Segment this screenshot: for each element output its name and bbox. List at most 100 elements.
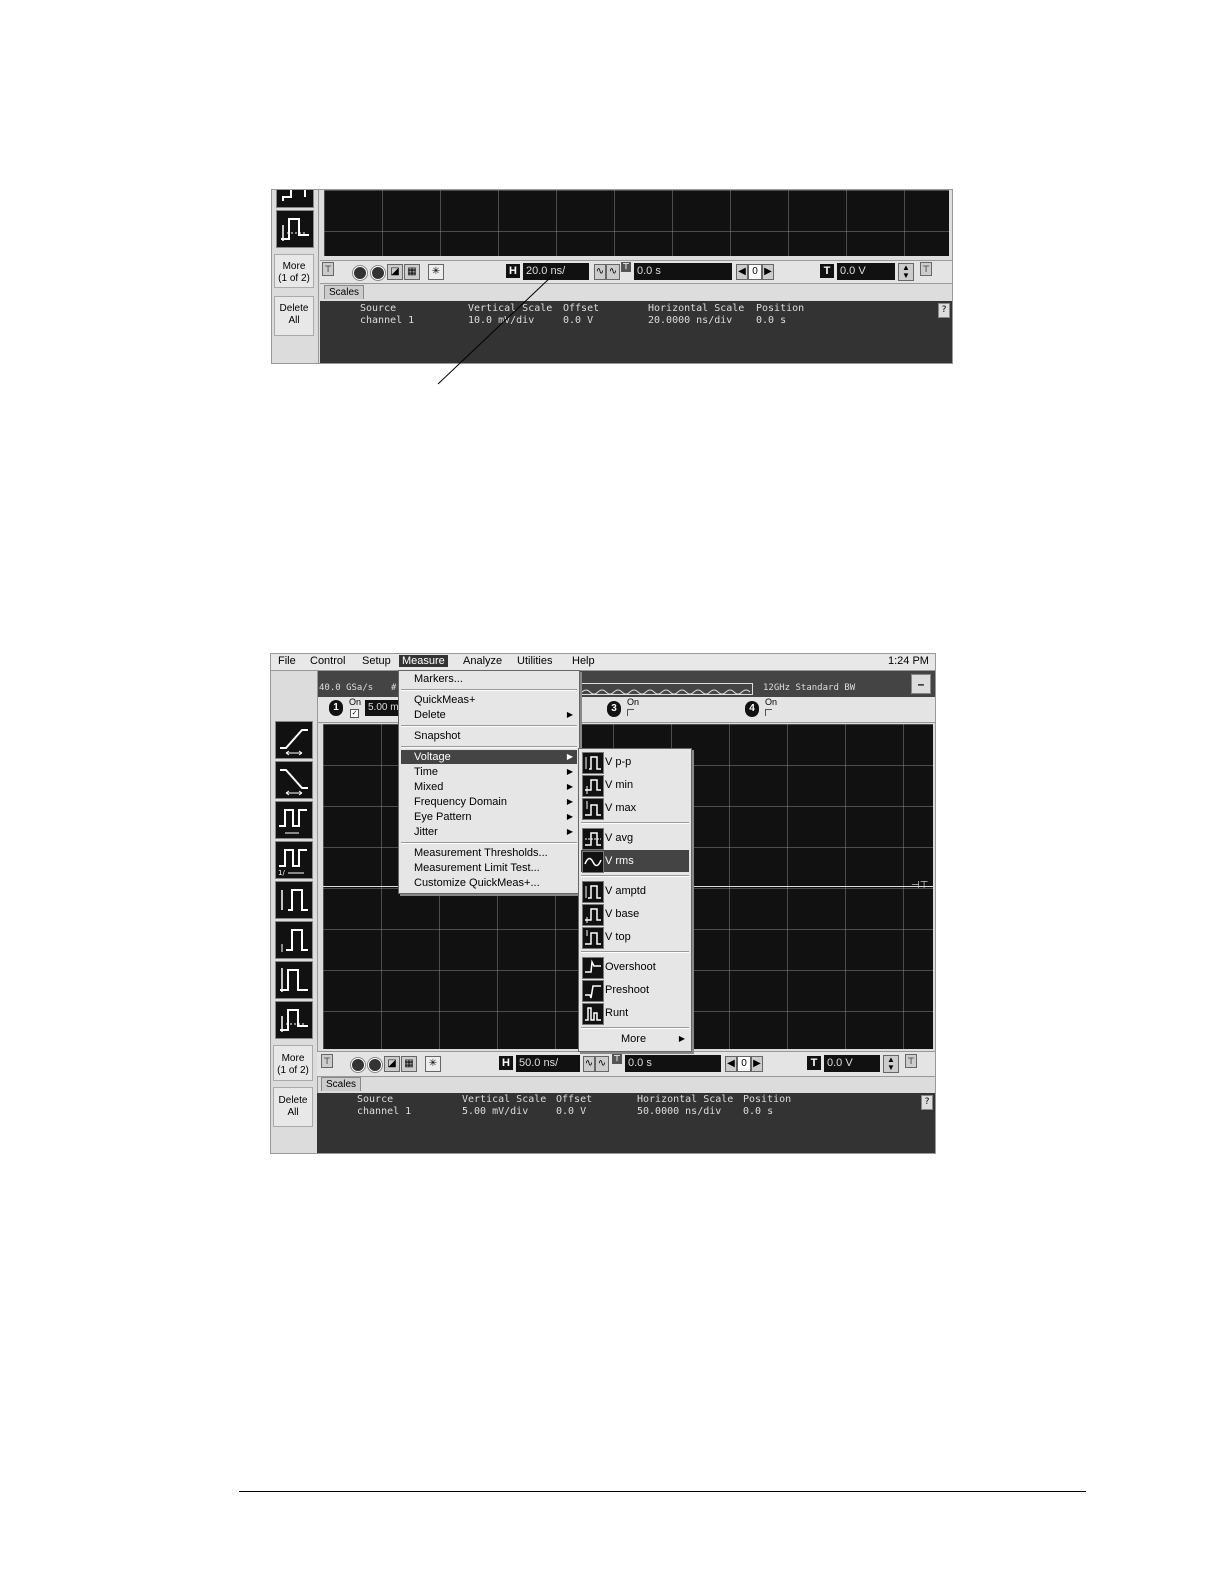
submenu-item-vtop[interactable]: V top bbox=[581, 926, 689, 949]
increment-button[interactable]: ▶ bbox=[751, 1056, 763, 1072]
menu-item-frequency-domain[interactable]: Frequency Domain ▶ bbox=[401, 795, 577, 809]
submenu-item-more[interactable]: More ▶ bbox=[581, 1030, 689, 1048]
waveform-display[interactable] bbox=[324, 190, 949, 256]
vtop-button[interactable] bbox=[275, 961, 313, 999]
menu-setup[interactable]: Setup bbox=[359, 655, 394, 667]
channel1-on-checkbox[interactable]: ✓ bbox=[350, 709, 359, 718]
trigger-spinner[interactable]: ▲ ▼ bbox=[898, 263, 914, 281]
menu-file[interactable]: File bbox=[275, 655, 299, 667]
menu-measure[interactable]: Measure bbox=[399, 655, 448, 667]
measure-base-button[interactable] bbox=[276, 210, 314, 248]
menu-analyze[interactable]: Analyze bbox=[460, 655, 505, 667]
measure-top-button[interactable] bbox=[276, 190, 314, 208]
trigger-spinner[interactable]: ▲ ▼ bbox=[883, 1055, 899, 1073]
trigger-marker-icon[interactable]: ⊤ bbox=[905, 1054, 917, 1068]
frequency-button[interactable]: 1/ bbox=[275, 841, 313, 879]
menu-item-measurement-limit-test[interactable]: Measurement Limit Test... bbox=[401, 861, 577, 875]
stop-button[interactable] bbox=[350, 1057, 366, 1073]
channel3-icon[interactable]: 3 bbox=[607, 701, 621, 717]
decrement-button[interactable]: ◀ bbox=[736, 264, 748, 280]
submenu-item-vavg[interactable]: V avg bbox=[581, 827, 689, 850]
channel4-icon[interactable]: 4 bbox=[745, 701, 759, 717]
vpp-icon bbox=[582, 752, 604, 774]
channel1-on-label: On bbox=[349, 697, 362, 707]
horizontal-position-field[interactable]: 0.0 s bbox=[634, 263, 732, 280]
trigger-level-field[interactable]: 0.0 V bbox=[824, 1055, 880, 1072]
submenu-item-vpp[interactable]: V p-p bbox=[581, 751, 689, 774]
marker-icon[interactable]: ⊤ bbox=[322, 262, 334, 276]
single-icon[interactable]: ◪ bbox=[384, 1056, 400, 1072]
channel4-on-checkbox[interactable] bbox=[765, 709, 772, 716]
submenu-item-vamptd[interactable]: V amptd bbox=[581, 880, 689, 903]
submenu-item-vmin[interactable]: V min bbox=[581, 774, 689, 797]
more-button[interactable]: More (1 of 2) bbox=[273, 1045, 313, 1081]
submenu-item-preshoot[interactable]: Preshoot bbox=[581, 979, 689, 1002]
horizontal-position-field[interactable]: 0.0 s bbox=[625, 1055, 721, 1072]
scales-tab[interactable]: Scales bbox=[321, 1077, 362, 1091]
menu-item-time[interactable]: Time ▶ bbox=[401, 765, 577, 779]
submenu-item-vmax[interactable]: V max bbox=[581, 797, 689, 820]
horizontal-scale-header: Horizontal Scale bbox=[637, 1094, 734, 1105]
trigger-marker-icon[interactable]: ⊤ bbox=[920, 262, 932, 276]
scales-tab[interactable]: Scales bbox=[324, 285, 365, 299]
print-icon[interactable]: ▦ bbox=[401, 1056, 417, 1072]
sample-rate: 40.0 GSa/s bbox=[319, 683, 374, 693]
submenu-arrow-icon: ▶ bbox=[566, 752, 573, 761]
menu-help[interactable]: Help bbox=[569, 655, 598, 667]
autoscale-icon[interactable]: ✳ bbox=[425, 1056, 441, 1072]
vamptd-button[interactable] bbox=[275, 921, 313, 959]
fine-adjust-icon[interactable]: ∿ bbox=[583, 1056, 595, 1072]
print-icon[interactable]: ▦ bbox=[404, 264, 420, 280]
menu-item-markers[interactable]: Markers... bbox=[401, 672, 577, 686]
submenu-item-runt[interactable]: Runt bbox=[581, 1002, 689, 1025]
rise-time-button[interactable] bbox=[275, 721, 313, 759]
menu-item-customize-quickmeas[interactable]: Customize QuickMeas+... bbox=[401, 876, 577, 890]
stop-button[interactable] bbox=[352, 265, 368, 281]
menu-item-delete[interactable]: Delete ▶ bbox=[401, 708, 577, 722]
increment-button[interactable]: ▶ bbox=[762, 264, 774, 280]
sine-icon[interactable]: ∿ bbox=[606, 264, 620, 280]
menu-item-jitter[interactable]: Jitter ▶ bbox=[401, 825, 577, 839]
vbase-button[interactable] bbox=[275, 1001, 313, 1039]
vpp-button[interactable] bbox=[275, 881, 313, 919]
menu-item-voltage[interactable]: Voltage ▶ bbox=[401, 750, 577, 764]
more-button[interactable]: More (1 of 2) bbox=[274, 254, 314, 288]
sample-rate-extra: # bbox=[391, 683, 397, 693]
fall-time-button[interactable] bbox=[275, 761, 313, 799]
step-field[interactable]: 0 bbox=[737, 1056, 751, 1072]
submenu-item-overshoot[interactable]: Overshoot bbox=[581, 956, 689, 979]
minimize-button[interactable]: – bbox=[911, 674, 931, 694]
measurement-toolbar: More (1 of 2) Delete All bbox=[272, 190, 319, 363]
delete-all-button[interactable]: Delete All bbox=[273, 1087, 313, 1127]
fine-adjust-icon[interactable]: ∿ bbox=[594, 264, 606, 280]
menu-control[interactable]: Control bbox=[307, 655, 348, 667]
single-icon[interactable]: ◪ bbox=[387, 264, 403, 280]
submenu-item-vbase[interactable]: V base bbox=[581, 903, 689, 926]
menu-item-quickmeas[interactable]: QuickMeas+ bbox=[401, 693, 577, 707]
frequency-icon: 1/ bbox=[278, 849, 307, 877]
menu-item-eye-pattern[interactable]: Eye Pattern ▶ bbox=[401, 810, 577, 824]
delete-all-button[interactable]: Delete All bbox=[274, 296, 314, 336]
horizontal-scale-field[interactable]: 50.0 ns/ bbox=[516, 1055, 580, 1072]
preshoot-icon bbox=[582, 980, 604, 1002]
offset-value: 0.0 V bbox=[556, 1106, 587, 1117]
step-field[interactable]: 0 bbox=[748, 264, 762, 280]
help-button[interactable]: ? bbox=[921, 1095, 933, 1110]
submenu-item-vrms[interactable]: V rms bbox=[581, 850, 689, 873]
period-button[interactable] bbox=[275, 801, 313, 839]
help-button[interactable]: ? bbox=[938, 303, 950, 318]
menu-utilities[interactable]: Utilities bbox=[514, 655, 555, 667]
channel1-icon[interactable]: 1 bbox=[329, 700, 343, 716]
channel3-on-checkbox[interactable] bbox=[627, 709, 634, 716]
channel1-scale-field[interactable]: 5.00 m bbox=[365, 700, 399, 716]
menu-item-measurement-thresholds[interactable]: Measurement Thresholds... bbox=[401, 846, 577, 860]
run-button[interactable] bbox=[367, 1057, 383, 1073]
trigger-level-field[interactable]: 0.0 V bbox=[837, 263, 895, 280]
decrement-button[interactable]: ◀ bbox=[725, 1056, 737, 1072]
menu-item-mixed[interactable]: Mixed ▶ bbox=[401, 780, 577, 794]
clock: 1:24 PM bbox=[888, 655, 929, 667]
menu-item-snapshot[interactable]: Snapshot bbox=[401, 729, 577, 743]
marker-icon[interactable]: ⊤ bbox=[321, 1054, 333, 1068]
run-button[interactable] bbox=[370, 265, 386, 281]
sine-icon[interactable]: ∿ bbox=[595, 1056, 609, 1072]
